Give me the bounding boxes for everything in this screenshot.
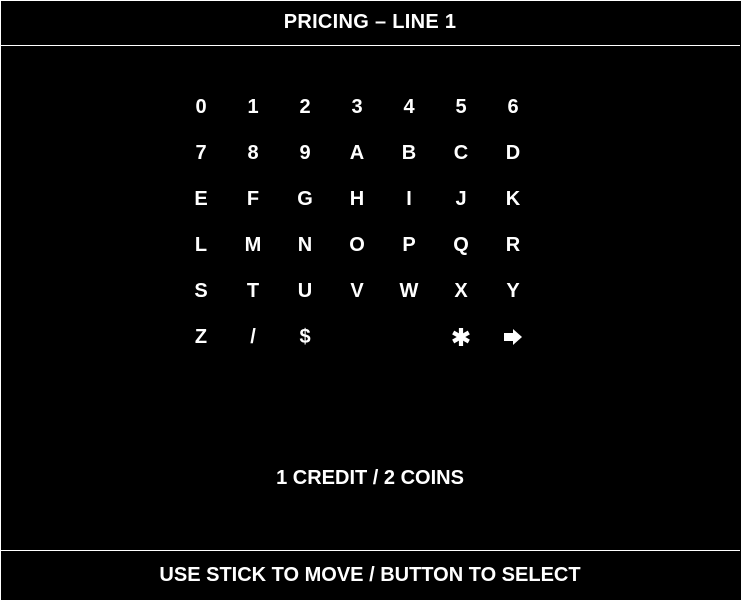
char-key[interactable]: H xyxy=(331,187,383,233)
char-key[interactable]: 7 xyxy=(175,141,227,187)
char-key[interactable]: O xyxy=(331,233,383,279)
page-title: PRICING – LINE 1 xyxy=(0,0,740,46)
char-key[interactable]: L xyxy=(175,233,227,279)
char-key[interactable]: V xyxy=(331,279,383,325)
char-key[interactable]: B xyxy=(383,141,435,187)
char-key[interactable]: X xyxy=(435,279,487,325)
pricing-value: 1 CREDIT / 2 COINS xyxy=(276,467,464,489)
char-key[interactable]: D xyxy=(487,141,539,187)
char-key[interactable]: F xyxy=(227,187,279,233)
char-key[interactable]: 1 xyxy=(227,95,279,141)
char-key[interactable]: 6 xyxy=(487,95,539,141)
char-key[interactable]: Y xyxy=(487,279,539,325)
char-key[interactable]: I xyxy=(383,187,435,233)
asterisk-icon xyxy=(452,328,470,346)
char-key[interactable]: S xyxy=(175,279,227,325)
char-key[interactable]: N xyxy=(279,233,331,279)
char-key[interactable]: P xyxy=(383,233,435,279)
instructions: USE STICK TO MOVE / BUTTON TO SELECT xyxy=(0,550,740,600)
char-key[interactable]: 3 xyxy=(331,95,383,141)
char-key[interactable]: 0 xyxy=(175,95,227,141)
char-key[interactable]: / xyxy=(227,325,279,371)
empty-slot xyxy=(331,325,383,371)
char-key[interactable]: C xyxy=(435,141,487,187)
char-key[interactable]: 4 xyxy=(383,95,435,141)
char-key[interactable]: J xyxy=(435,187,487,233)
char-key[interactable]: E xyxy=(175,187,227,233)
char-key[interactable]: 9 xyxy=(279,141,331,187)
char-key[interactable]: G xyxy=(279,187,331,233)
char-key[interactable]: A xyxy=(331,141,383,187)
char-key[interactable]: 2 xyxy=(279,95,331,141)
char-key[interactable]: M xyxy=(227,233,279,279)
char-key[interactable]: U xyxy=(279,279,331,325)
char-key[interactable]: Q xyxy=(435,233,487,279)
char-key[interactable]: W xyxy=(383,279,435,325)
char-key[interactable]: K xyxy=(487,187,539,233)
char-key[interactable]: R xyxy=(487,233,539,279)
char-key[interactable]: Z xyxy=(175,325,227,371)
arrow-right-icon xyxy=(504,329,522,345)
char-key[interactable]: 8 xyxy=(227,141,279,187)
character-grid: 0 1 2 3 4 5 6 7 8 9 A B C D E F G H I J … xyxy=(175,95,539,371)
char-key[interactable]: T xyxy=(227,279,279,325)
asterisk-key[interactable] xyxy=(435,325,487,371)
char-key[interactable]: 5 xyxy=(435,95,487,141)
enter-key[interactable] xyxy=(487,325,539,371)
char-key[interactable]: $ xyxy=(279,325,331,371)
empty-slot xyxy=(383,325,435,371)
